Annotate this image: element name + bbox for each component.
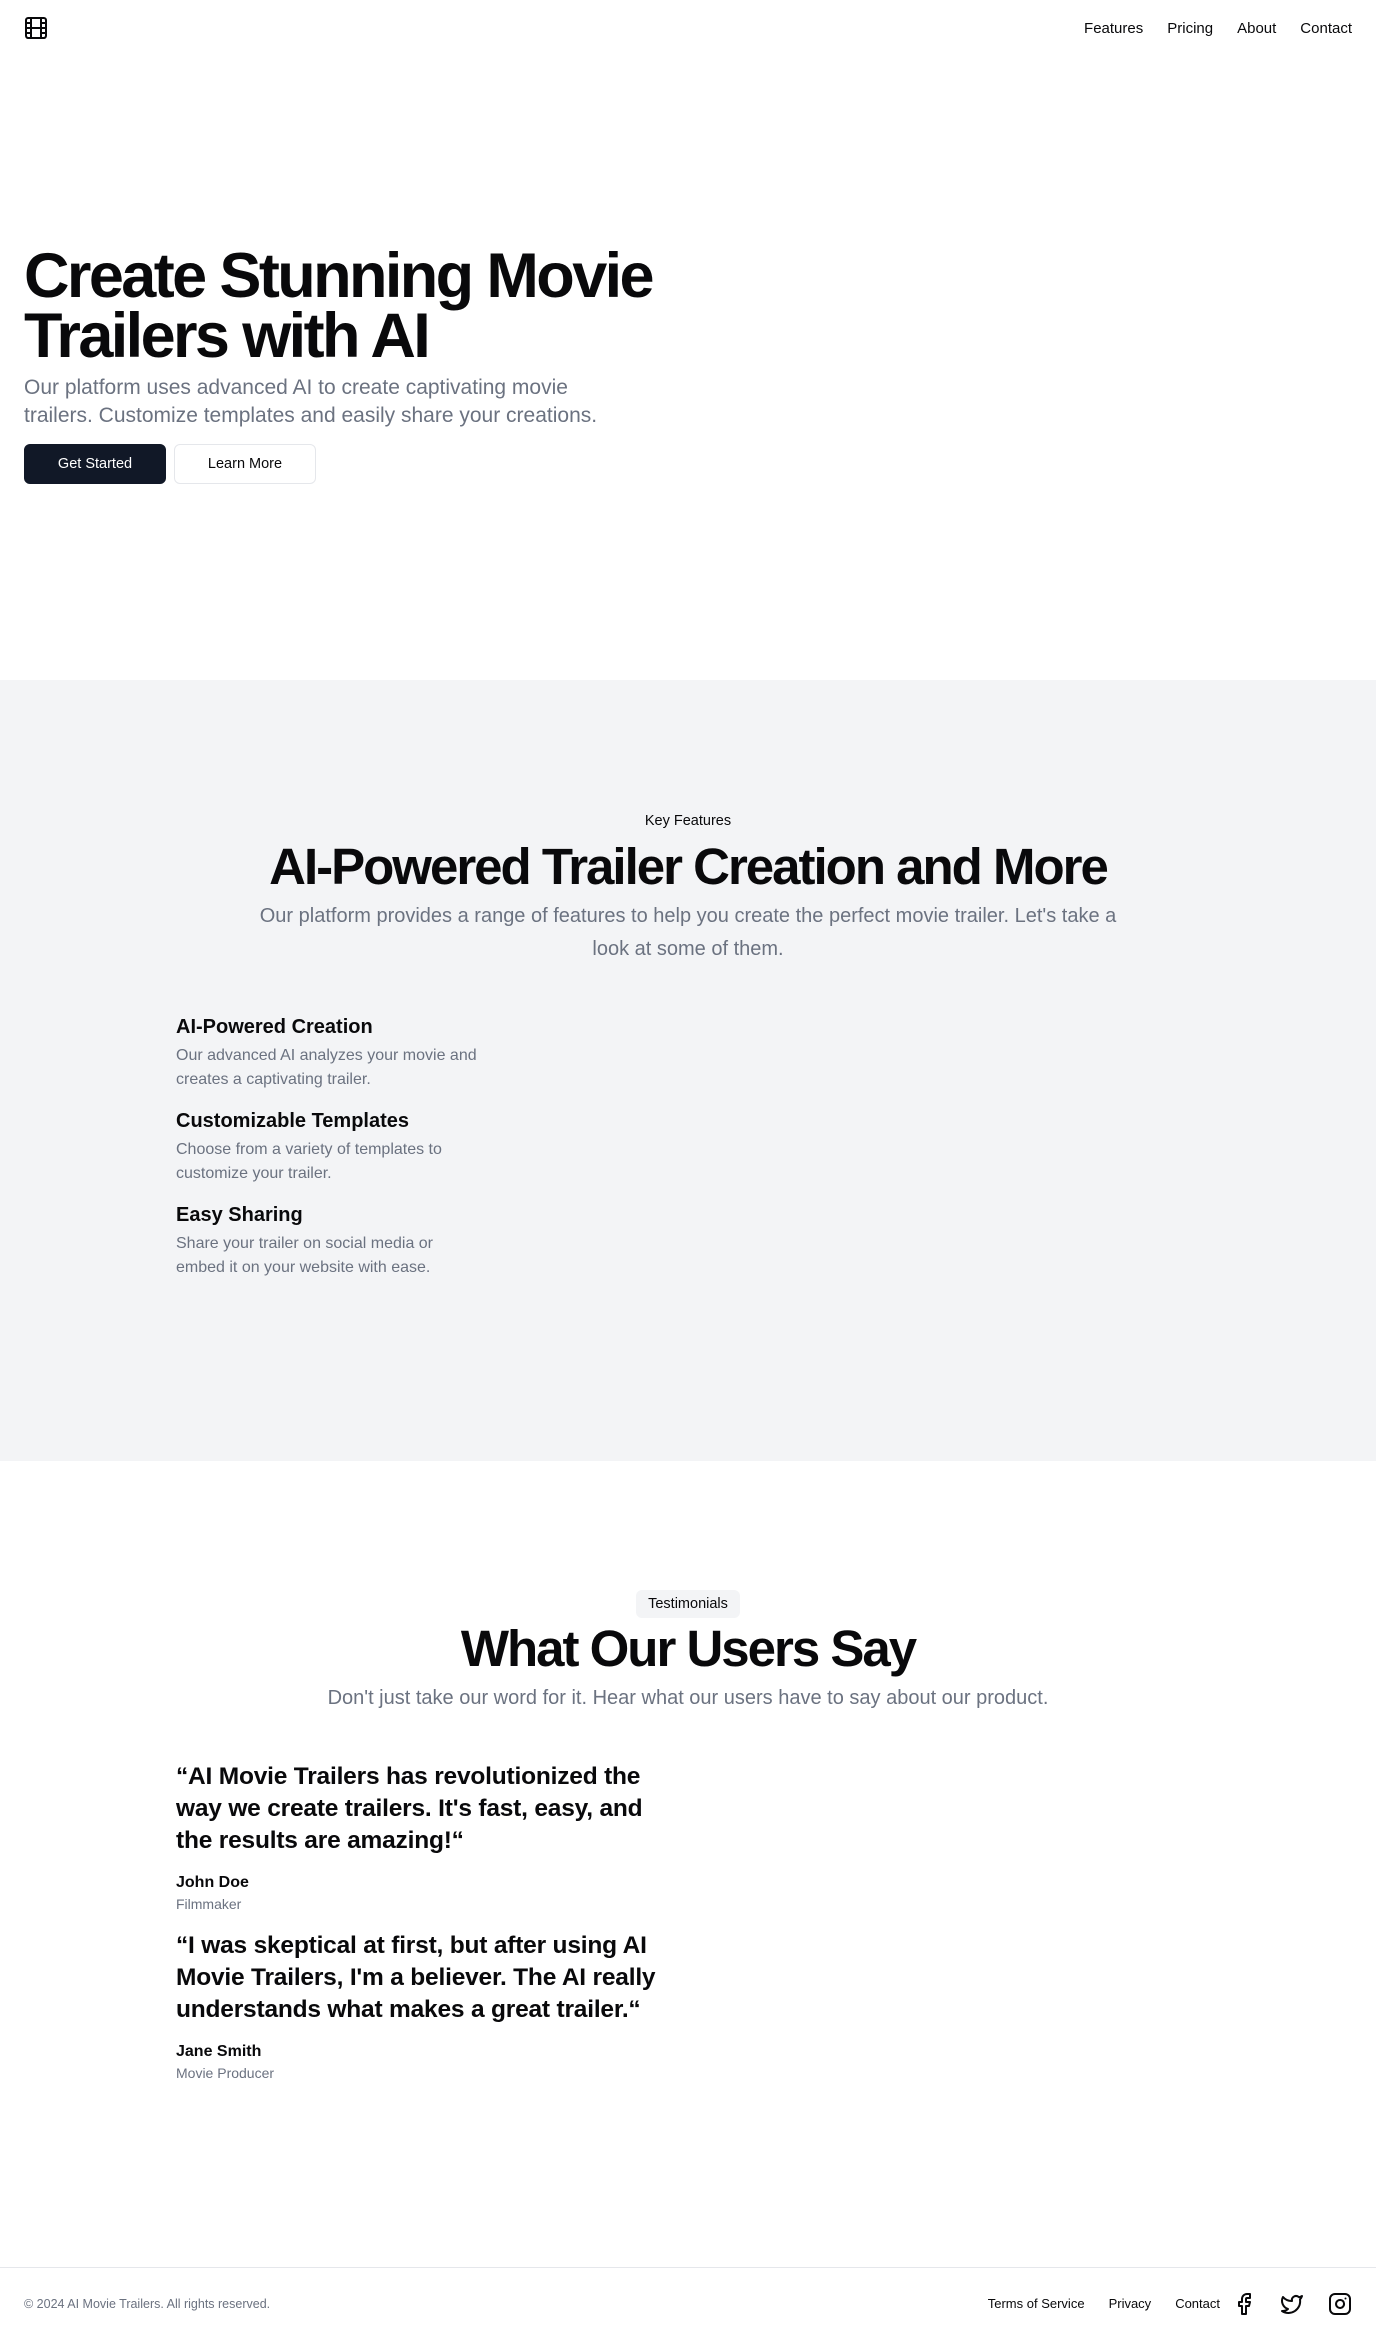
feature-description: Choose from a variety of templates to cu… [176,1141,442,1182]
feature-item: AI-Powered Creation Our advanced AI anal… [176,1014,486,1092]
feature-title: Customizable Templates [176,1110,410,1132]
footer-links: Terms of Service Privacy Contact [988,2296,1220,2311]
testimonial-author: Jane Smith [176,2043,262,2060]
footer-link-privacy[interactable]: Privacy [1109,2296,1152,2311]
features-section: Key Features AI-Powered Trailer Creation… [0,680,1376,1461]
feature-description: Share your trailer on social media or em… [176,1235,434,1276]
instagram-icon[interactable] [1328,2292,1352,2316]
testimonial-role: Movie Producer [176,2065,275,2081]
feature-item: Customizable Templates Choose from a var… [176,1108,486,1186]
get-started-button[interactable]: Get Started [24,444,166,484]
feature-description: Our advanced AI analyzes your movie and … [176,1047,477,1088]
testimonials-badge: Testimonials [636,1590,740,1618]
nav-features[interactable]: Features [1084,20,1143,37]
nav-about[interactable]: About [1237,20,1276,37]
testimonial-list: “AI Movie Trailers has revolutionized th… [176,1761,676,2099]
testimonials-subtitle: Don't just take our word for it. Hear wh… [327,1687,1049,1709]
footer-link-terms[interactable]: Terms of Service [988,2296,1085,2311]
features-label: Key Features [644,813,732,829]
footer-link-contact[interactable]: Contact [1175,2296,1220,2311]
feature-item: Easy Sharing Share your trailer on socia… [176,1202,486,1280]
testimonial-item: “I was skeptical at first, but after usi… [176,1930,676,2082]
main-nav: Features Pricing About Contact [1084,20,1352,37]
film-icon[interactable] [24,16,48,40]
features-subtitle: Our platform provides a range of feature… [259,905,1117,960]
site-header: Features Pricing About Contact [0,0,1376,56]
site-footer: © 2024 AI Movie Trailers. All rights res… [0,2267,1376,2339]
hero-subtitle: Our platform uses advanced AI to create … [24,376,598,427]
testimonials-section: Testimonials What Our Users Say Don't ju… [0,1461,1376,2267]
features-title: AI-Powered Trailer Creation and More [269,838,1109,895]
feature-title: AI-Powered Creation [176,1016,373,1038]
copyright-text: © 2024 AI Movie Trailers. All rights res… [24,2296,271,2311]
hero-title: Create Stunning Movie Trailers with AI [24,245,704,368]
learn-more-button[interactable]: Learn More [174,444,316,484]
testimonial-role: Filmmaker [176,1896,242,1912]
twitter-icon[interactable] [1280,2292,1304,2316]
social-links [1232,2292,1352,2316]
feature-list: AI-Powered Creation Our advanced AI anal… [176,1014,486,1296]
testimonial-item: “AI Movie Trailers has revolutionized th… [176,1761,676,1913]
nav-contact[interactable]: Contact [1300,20,1352,37]
testimonial-author: John Doe [176,1874,249,1891]
hero-buttons: Get Started Learn More [24,444,704,484]
feature-title: Easy Sharing [176,1204,303,1226]
hero-title-line-2: Trailers with AI [24,301,431,371]
testimonials-title: What Our Users Say [460,1620,917,1677]
facebook-icon[interactable] [1232,2292,1256,2316]
hero-section: Create Stunning Movie Trailers with AI O… [0,56,1376,680]
nav-pricing[interactable]: Pricing [1167,20,1213,37]
testimonial-quote: “I was skeptical at first, but after usi… [176,1932,656,2023]
testimonial-quote: “AI Movie Trailers has revolutionized th… [176,1763,643,1854]
